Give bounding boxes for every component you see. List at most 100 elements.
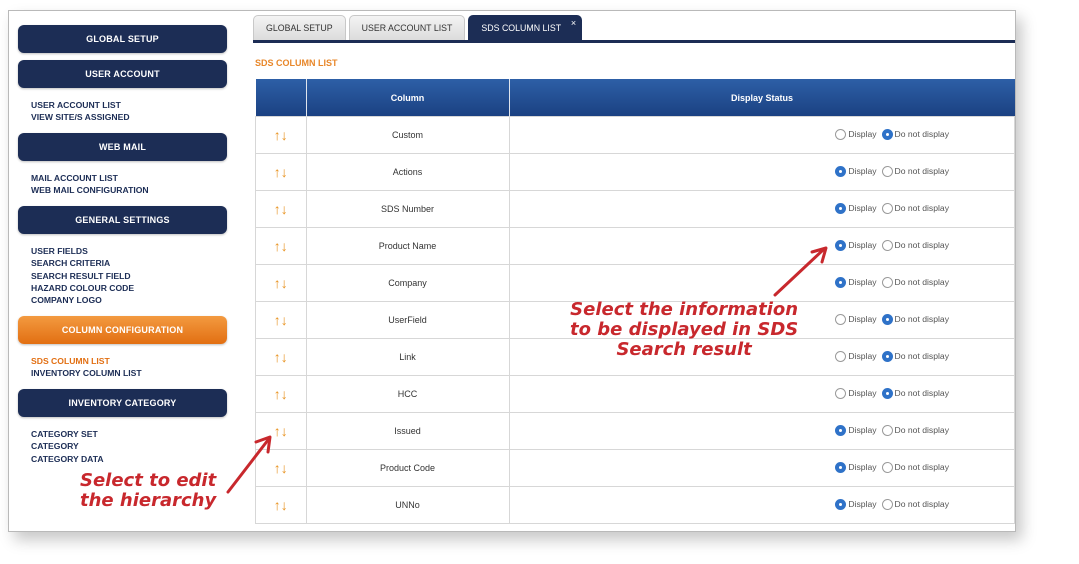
table-row: ↑↓ Custom Display Do not display — [255, 116, 1015, 154]
tab-user-account-list[interactable]: USER ACCOUNT LIST — [348, 15, 466, 40]
reorder-cell: ↑↓ — [255, 153, 307, 191]
page-title: SDS COLUMN LIST — [255, 58, 338, 68]
do-not-display-radio-label: Do not display — [894, 462, 949, 472]
column-name-cell: UserField — [305, 301, 510, 339]
display-radio[interactable] — [835, 239, 847, 251]
display-radio-group: Display Do not display — [835, 276, 952, 288]
display-radio[interactable] — [835, 387, 847, 399]
do-not-display-radio[interactable] — [881, 387, 893, 399]
do-not-display-radio[interactable] — [881, 424, 893, 436]
reorder-arrows-icon[interactable]: ↑↓ — [274, 201, 288, 217]
display-radio-label: Display — [848, 462, 877, 472]
display-radio[interactable] — [835, 350, 847, 362]
web-mail-button[interactable]: WEB MAIL — [18, 133, 227, 161]
reorder-arrows-icon[interactable]: ↑↓ — [274, 164, 288, 180]
do-not-display-radio[interactable] — [881, 461, 893, 473]
column-name-cell: HCC — [305, 375, 510, 413]
display-radio-group: Display Do not display — [835, 239, 952, 251]
user-fields-link[interactable]: USER FIELDS — [31, 245, 134, 257]
reorder-cell: ↑↓ — [255, 116, 307, 154]
do-not-display-radio[interactable] — [881, 498, 893, 510]
reorder-arrows-icon[interactable]: ↑↓ — [274, 238, 288, 254]
display-radio[interactable] — [835, 276, 847, 288]
inventory-category-button[interactable]: INVENTORY CATEGORY — [18, 389, 227, 417]
display-radio-label: Display — [848, 425, 877, 435]
category-data-link[interactable]: CATEGORY DATA — [31, 453, 104, 465]
company-logo-link[interactable]: COMPANY LOGO — [31, 294, 134, 306]
global-setup-button[interactable]: GLOBAL SETUP — [18, 25, 227, 53]
sidebar: GLOBAL SETUP USER ACCOUNT USER ACCOUNT L… — [9, 11, 249, 531]
user-account-list-link[interactable]: USER ACCOUNT LIST — [31, 99, 130, 111]
do-not-display-radio[interactable] — [881, 202, 893, 214]
info-annotation: Select the information to be displayed i… — [570, 300, 798, 359]
do-not-display-radio-label: Do not display — [894, 425, 949, 435]
search-criteria-link[interactable]: SEARCH CRITERIA — [31, 257, 134, 269]
hazard-colour-code-link[interactable]: HAZARD COLOUR CODE — [31, 282, 134, 294]
reorder-arrows-icon[interactable]: ↑↓ — [274, 423, 288, 439]
do-not-display-radio-label: Do not display — [894, 129, 949, 139]
tab-sds-column-list[interactable]: SDS COLUMN LIST × — [468, 15, 583, 40]
close-icon[interactable]: × — [571, 18, 576, 28]
reorder-cell: ↑↓ — [255, 412, 307, 450]
do-not-display-radio[interactable] — [881, 239, 893, 251]
display-radio[interactable] — [835, 424, 847, 436]
reorder-arrows-icon[interactable]: ↑↓ — [274, 275, 288, 291]
column-name-cell: Product Name — [305, 227, 510, 265]
display-radio[interactable] — [835, 128, 847, 140]
do-not-display-radio-label: Do not display — [894, 351, 949, 361]
sds-column-list-link[interactable]: SDS COLUMN LIST — [31, 355, 142, 367]
do-not-display-radio[interactable] — [881, 128, 893, 140]
table-row: ↑↓ HCC Display Do not display — [255, 375, 1015, 413]
display-radio-label: Display — [848, 203, 877, 213]
table-header-row: Column Display Status — [255, 79, 1015, 117]
reorder-arrows-icon[interactable]: ↑↓ — [274, 460, 288, 476]
general-settings-button[interactable]: GENERAL SETTINGS — [18, 206, 227, 234]
display-status-cell: Display Do not display — [508, 486, 1015, 524]
display-status-cell: Display Do not display — [508, 116, 1015, 154]
inventory-column-list-link[interactable]: INVENTORY COLUMN LIST — [31, 367, 142, 379]
reorder-arrows-icon[interactable]: ↑↓ — [274, 386, 288, 402]
display-radio-label: Display — [848, 314, 877, 324]
category-link[interactable]: CATEGORY — [31, 440, 104, 452]
column-name-cell: Custom — [305, 116, 510, 154]
display-radio[interactable] — [835, 202, 847, 214]
column-configuration-button[interactable]: COLUMN CONFIGURATION — [18, 316, 227, 344]
do-not-display-radio-label: Do not display — [894, 277, 949, 287]
view-sites-assigned-link[interactable]: VIEW SITE/S ASSIGNED — [31, 111, 130, 123]
do-not-display-radio-label: Do not display — [894, 388, 949, 398]
do-not-display-radio[interactable] — [881, 276, 893, 288]
tab-global-setup[interactable]: GLOBAL SETUP — [253, 15, 346, 40]
display-radio-group: Display Do not display — [835, 424, 952, 436]
web-mail-configuration-link[interactable]: WEB MAIL CONFIGURATION — [31, 184, 149, 196]
display-radio[interactable] — [835, 498, 847, 510]
display-radio-label: Display — [848, 240, 877, 250]
table-row: ↑↓ Actions Display Do not display — [255, 153, 1015, 191]
search-result-field-link[interactable]: SEARCH RESULT FIELD — [31, 270, 134, 282]
do-not-display-radio-label: Do not display — [894, 499, 949, 509]
reorder-arrows-icon[interactable]: ↑↓ — [274, 127, 288, 143]
table-row: ↑↓ Product Code Display Do not display — [255, 449, 1015, 487]
display-radio[interactable] — [835, 461, 847, 473]
do-not-display-radio[interactable] — [881, 165, 893, 177]
reorder-arrows-icon[interactable]: ↑↓ — [274, 312, 288, 328]
user-account-button[interactable]: USER ACCOUNT — [18, 60, 227, 88]
do-not-display-radio[interactable] — [881, 350, 893, 362]
display-status-column-header: Display Status — [509, 79, 1015, 117]
reorder-arrows-icon[interactable]: ↑↓ — [274, 497, 288, 513]
tab-bar: GLOBAL SETUP USER ACCOUNT LIST SDS COLUM… — [253, 15, 585, 41]
reorder-cell: ↑↓ — [255, 375, 307, 413]
display-radio[interactable] — [835, 165, 847, 177]
table-row: ↑↓ Issued Display Do not display — [255, 412, 1015, 450]
mail-account-list-link[interactable]: MAIL ACCOUNT LIST — [31, 172, 149, 184]
hierarchy-annotation: Select to edit the hierarchy — [80, 471, 216, 511]
do-not-display-radio[interactable] — [881, 313, 893, 325]
display-radio[interactable] — [835, 313, 847, 325]
info-annotation-line-2: to be displayed in SDS — [570, 318, 799, 340]
reorder-arrows-icon[interactable]: ↑↓ — [274, 349, 288, 365]
display-status-cell: Display Do not display — [508, 375, 1015, 413]
column-name-cell: Company — [305, 264, 510, 302]
web-mail-submenu: MAIL ACCOUNT LIST WEB MAIL CONFIGURATION — [31, 172, 149, 197]
column-name-cell: Issued — [305, 412, 510, 450]
order-column-header — [255, 79, 307, 117]
category-set-link[interactable]: CATEGORY SET — [31, 428, 104, 440]
